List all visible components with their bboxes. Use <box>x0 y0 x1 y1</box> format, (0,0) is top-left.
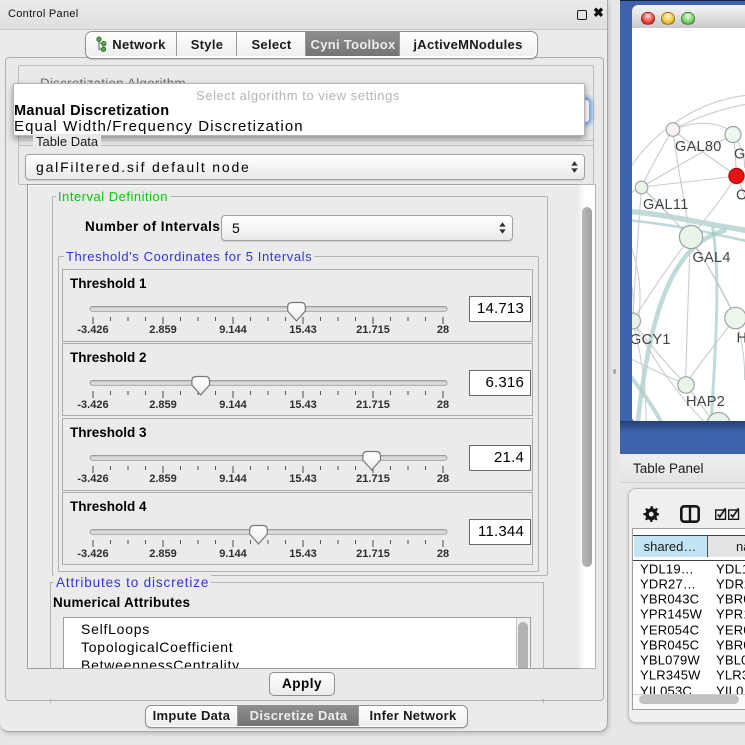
svg-text:H: H <box>736 331 745 347</box>
svg-text:GCY1: GCY1 <box>632 332 671 348</box>
svg-text:GA: GA <box>734 147 745 163</box>
svg-text:C: C <box>736 188 745 204</box>
svg-text:GAL11: GAL11 <box>643 197 689 213</box>
svg-text:GAL4: GAL4 <box>692 250 730 266</box>
svg-text:HAP2: HAP2 <box>686 394 725 410</box>
svg-text:GAL80: GAL80 <box>675 139 722 155</box>
